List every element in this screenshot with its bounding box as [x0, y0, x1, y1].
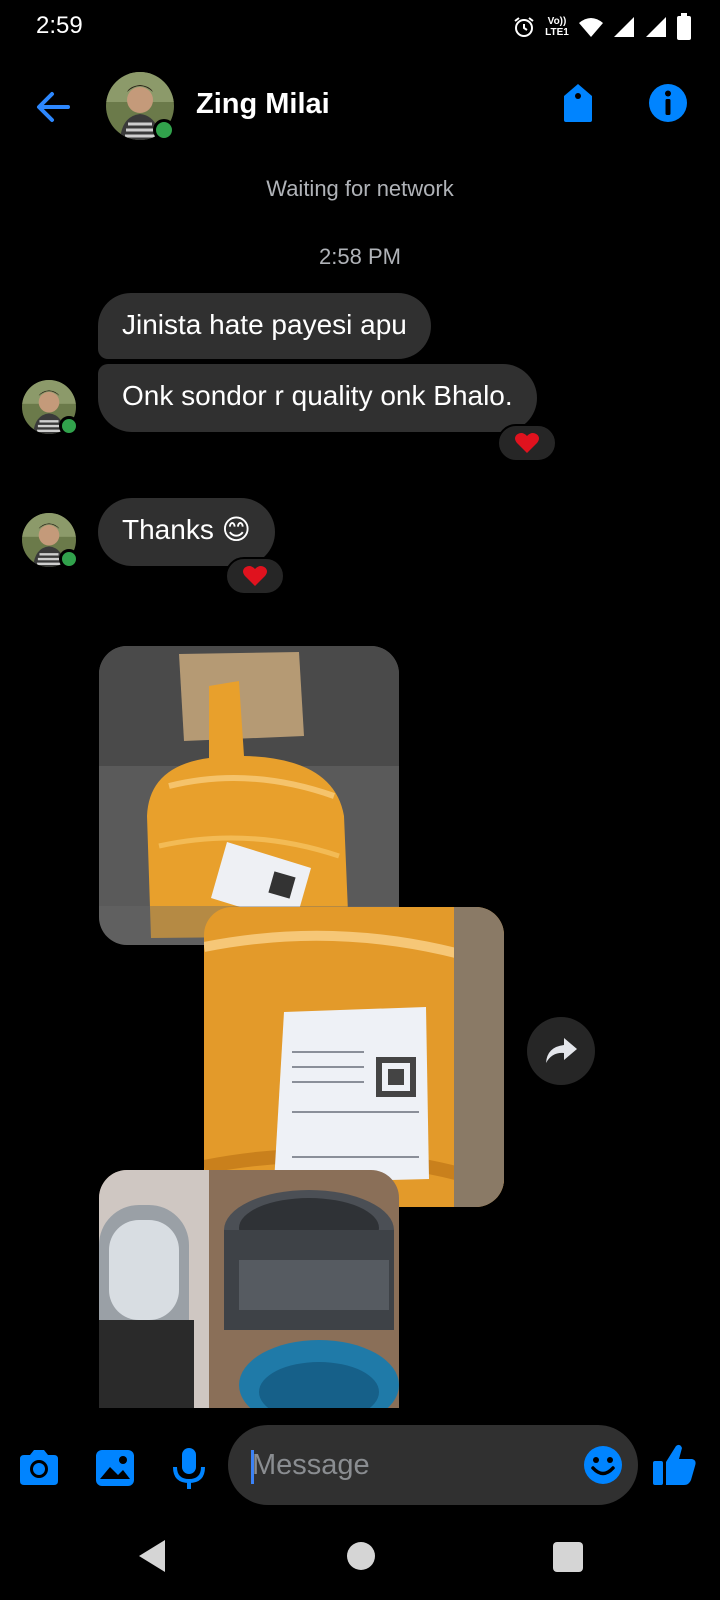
parcel-photo	[99, 646, 399, 945]
status-bar: 2:59 Vo)) LTE1	[0, 0, 720, 54]
gallery-button[interactable]	[92, 1445, 138, 1491]
signal-icon	[612, 15, 636, 39]
heart-reaction[interactable]	[225, 557, 285, 595]
camera-button[interactable]	[16, 1445, 62, 1491]
status-icons: Vo)) LTE1	[512, 12, 692, 42]
wifi-icon	[578, 15, 604, 39]
camera-icon	[20, 1450, 58, 1485]
tag-icon	[564, 84, 592, 122]
cookware-photo	[99, 1170, 399, 1408]
message-input[interactable]	[252, 1445, 572, 1485]
back-arrow-icon	[37, 92, 70, 122]
message-bubble[interactable]: Thanks 😊	[98, 498, 275, 566]
emoji-button[interactable]	[581, 1443, 625, 1487]
info-button[interactable]	[645, 80, 691, 126]
volte-icon: Vo)) LTE1	[545, 16, 569, 38]
nav-back-button[interactable]	[135, 1536, 175, 1576]
contact-name[interactable]: Zing Milai	[196, 88, 330, 121]
nav-recents-button[interactable]	[553, 1542, 583, 1572]
message-bubble[interactable]: Jinista hate payesi apu	[98, 293, 431, 359]
message-composer	[0, 1408, 720, 1528]
photo-attachment[interactable]	[99, 646, 399, 945]
signal-icon	[644, 15, 668, 39]
microphone-button[interactable]	[166, 1445, 212, 1491]
photo-attachment[interactable]	[204, 907, 504, 1207]
network-status: Waiting for network	[266, 176, 454, 201]
photo-attachment[interactable]	[99, 1170, 399, 1408]
heart-reaction[interactable]	[497, 424, 557, 462]
image-icon	[96, 1450, 134, 1486]
conversation-header: Zing Milai	[0, 62, 720, 152]
heart-icon	[243, 566, 267, 586]
heart-icon	[515, 433, 539, 453]
microphone-icon	[173, 1448, 205, 1489]
tag-button[interactable]	[555, 80, 601, 126]
parcel-photo	[204, 907, 504, 1207]
battery-icon	[676, 13, 692, 41]
alarm-icon	[512, 15, 536, 39]
forward-arrow-icon	[546, 1038, 577, 1063]
status-time: 2:59	[36, 12, 83, 39]
online-indicator	[59, 549, 79, 569]
info-icon	[649, 84, 687, 122]
thumbs-up-icon	[653, 1444, 696, 1485]
message-bubble[interactable]: Onk sondor r quality onk Bhalo.	[98, 364, 537, 432]
triangle-back-icon	[139, 1540, 165, 1572]
nav-home-button[interactable]	[347, 1542, 375, 1570]
online-indicator	[153, 119, 175, 141]
forward-button[interactable]	[527, 1017, 595, 1085]
system-nav-bar	[0, 1528, 720, 1600]
online-indicator	[59, 416, 79, 436]
like-button[interactable]	[650, 1440, 700, 1490]
message-timestamp: 2:58 PM	[319, 244, 401, 269]
emoji-icon	[584, 1446, 622, 1484]
back-button[interactable]	[30, 84, 76, 130]
